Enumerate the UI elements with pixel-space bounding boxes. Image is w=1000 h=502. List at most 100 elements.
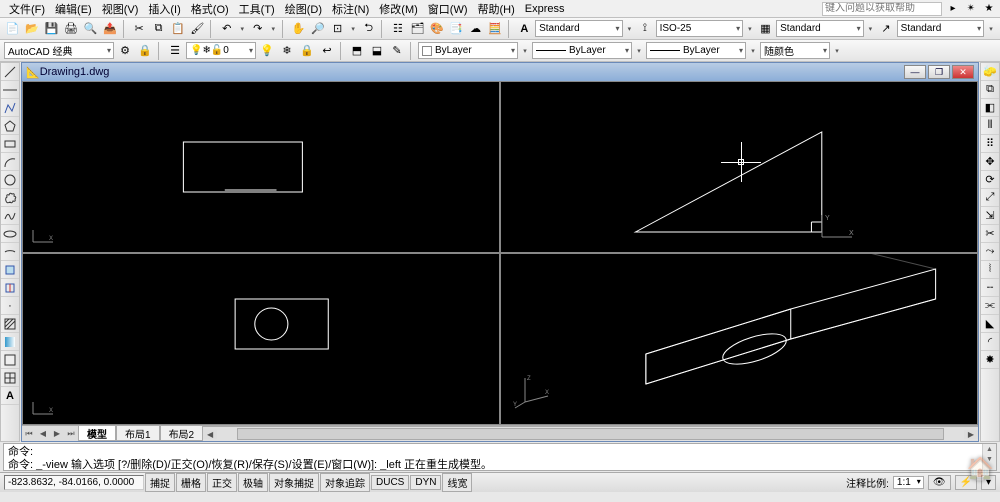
block-make-icon[interactable]: ⬓ (368, 42, 386, 60)
circle-tool-icon[interactable] (1, 171, 19, 189)
dimstyle-flyout[interactable]: ▾ (745, 25, 755, 33)
menu-help[interactable]: 帮助(H) (473, 0, 520, 18)
revcloud-tool-icon[interactable] (1, 189, 19, 207)
viewport-area[interactable]: X X Y (22, 81, 978, 425)
mtext-tool-icon[interactable]: A (1, 387, 19, 405)
offset-tool-icon[interactable]: ⫴ (981, 117, 999, 135)
menu-modify[interactable]: 修改(M) (374, 0, 423, 18)
lineweight-combo[interactable]: ByLayer (646, 42, 746, 59)
arc-tool-icon[interactable] (1, 153, 19, 171)
gradient-tool-icon[interactable] (1, 333, 19, 351)
linetype-combo[interactable]: ByLayer (532, 42, 632, 59)
tablestyle-combo[interactable]: Standard (776, 20, 863, 37)
point-tool-icon[interactable]: · (1, 297, 19, 315)
layer-freeze-icon[interactable]: ❄ (278, 42, 296, 60)
comm-center-icon[interactable]: ✴ (964, 2, 978, 16)
tab-model[interactable]: 模型 (78, 426, 116, 441)
window-close-button[interactable]: ✕ (952, 65, 974, 79)
xline-tool-icon[interactable] (1, 81, 19, 99)
lwt-toggle[interactable]: 线宽 (442, 473, 472, 492)
redo-flyout[interactable]: ▾ (268, 25, 278, 33)
hatch-tool-icon[interactable] (1, 315, 19, 333)
command-line[interactable]: 命令: 命令: _-view 输入选项 [?/删除(D)/正交(O)/恢复(R)… (3, 443, 997, 471)
fillet-tool-icon[interactable]: ◜ (981, 333, 999, 351)
block-insert-icon[interactable]: ⬒ (348, 42, 366, 60)
block-make-tool-icon[interactable] (1, 279, 19, 297)
undo-icon[interactable]: ↶ (218, 20, 235, 38)
match-prop-icon[interactable]: 🖌 (189, 20, 206, 38)
menu-dim[interactable]: 标注(N) (327, 0, 374, 18)
menu-express[interactable]: Express (520, 2, 570, 16)
tablestyle-icon[interactable]: ▦ (757, 20, 774, 38)
tab-next-button[interactable]: ▶ (50, 426, 64, 441)
erase-tool-icon[interactable]: 🧽 (981, 63, 999, 81)
stretch-tool-icon[interactable]: ⇲ (981, 207, 999, 225)
save-icon[interactable]: 💾 (43, 20, 60, 38)
viewport-front[interactable]: X Y (500, 81, 978, 253)
array-tool-icon[interactable]: ⠿ (981, 135, 999, 153)
explode-tool-icon[interactable]: ✸ (981, 351, 999, 369)
coords-readout[interactable]: -823.8632, -84.0166, 0.0000 (4, 475, 144, 490)
textstyle-button[interactable]: A (516, 20, 533, 38)
window-min-button[interactable]: ― (904, 65, 926, 79)
ssm-icon[interactable]: 📑 (448, 20, 465, 38)
rectangle-tool-icon[interactable] (1, 135, 19, 153)
menu-tools[interactable]: 工具(T) (234, 0, 280, 18)
publish-icon[interactable]: 📤 (101, 20, 118, 38)
menu-insert[interactable]: 插入(I) (143, 0, 185, 18)
layer-state-combo[interactable]: 💡❄🔓0 (186, 42, 256, 59)
menu-format[interactable]: 格式(O) (186, 0, 234, 18)
grid-toggle[interactable]: 栅格 (176, 473, 206, 492)
ortho-toggle[interactable]: 正交 (207, 473, 237, 492)
break-point-tool-icon[interactable]: ⦚ (981, 261, 999, 279)
markup-icon[interactable]: ☁ (467, 20, 484, 38)
color-flyout[interactable]: ▾ (520, 47, 530, 55)
menu-draw[interactable]: 绘图(D) (280, 0, 327, 18)
viewport-iso[interactable]: X Y Z (500, 253, 978, 425)
scale-tool-icon[interactable]: ⤢ (981, 189, 999, 207)
menu-window[interactable]: 窗口(W) (423, 0, 473, 18)
layer-lock-icon[interactable]: 🔒 (298, 42, 316, 60)
viewport-left[interactable]: X (22, 253, 500, 425)
copy-icon[interactable]: ⧉ (150, 20, 167, 38)
help-go-icon[interactable]: ▸ (946, 2, 960, 16)
layer-manager-icon[interactable]: ☰ (166, 42, 184, 60)
chamfer-tool-icon[interactable]: ◣ (981, 315, 999, 333)
rotate-tool-icon[interactable]: ⟳ (981, 171, 999, 189)
workspace-settings-icon[interactable]: ⚙ (116, 42, 134, 60)
trim-tool-icon[interactable]: ✂ (981, 225, 999, 243)
layer-prev-icon[interactable]: ↩ (318, 42, 336, 60)
print-icon[interactable]: 🖨 (62, 20, 79, 38)
otrack-toggle[interactable]: 对象追踪 (320, 473, 370, 492)
favorite-icon[interactable]: ★ (982, 2, 996, 16)
dimstyle-combo[interactable]: ISO-25 (656, 20, 743, 37)
status-tray-icon[interactable]: ▾ (981, 475, 996, 490)
mleader-flyout[interactable]: ▾ (986, 25, 996, 33)
block-edit-icon[interactable]: ✎ (388, 42, 406, 60)
hscrollbar[interactable]: ◀▶ (203, 426, 978, 441)
window-max-button[interactable]: ❐ (928, 65, 950, 79)
polygon-tool-icon[interactable] (1, 117, 19, 135)
pan-icon[interactable]: ✋ (290, 20, 307, 38)
tool-palette-icon[interactable]: 🎨 (428, 20, 445, 38)
tablestyle-flyout[interactable]: ▾ (866, 25, 876, 33)
dc-icon[interactable]: 🗂 (409, 20, 426, 38)
dimstyle-icon[interactable]: ⟟ (636, 20, 653, 38)
dyn-toggle[interactable]: DYN (410, 475, 441, 490)
snap-toggle[interactable]: 捕捉 (145, 473, 175, 492)
zoom-win-icon[interactable]: ⊡ (329, 20, 346, 38)
plotstyle-combo[interactable]: 随颜色 (760, 42, 830, 59)
mirror-tool-icon[interactable]: ◧ (981, 99, 999, 117)
anno-auto-icon[interactable]: ⚡ (955, 475, 977, 490)
extend-tool-icon[interactable]: ⤳ (981, 243, 999, 261)
move-tool-icon[interactable]: ✥ (981, 153, 999, 171)
linetype-flyout[interactable]: ▾ (634, 47, 644, 55)
properties-icon[interactable]: ☷ (389, 20, 406, 38)
zoom-flyout[interactable]: ▾ (348, 25, 358, 33)
menu-view[interactable]: 视图(V) (97, 0, 144, 18)
osnap-toggle[interactable]: 对象捕捉 (269, 473, 319, 492)
tab-layout2[interactable]: 布局2 (160, 426, 204, 441)
open-icon[interactable]: 📂 (23, 20, 40, 38)
tab-first-button[interactable]: ⏮ (22, 426, 36, 441)
mleaderstyle-combo[interactable]: Standard (897, 20, 984, 37)
